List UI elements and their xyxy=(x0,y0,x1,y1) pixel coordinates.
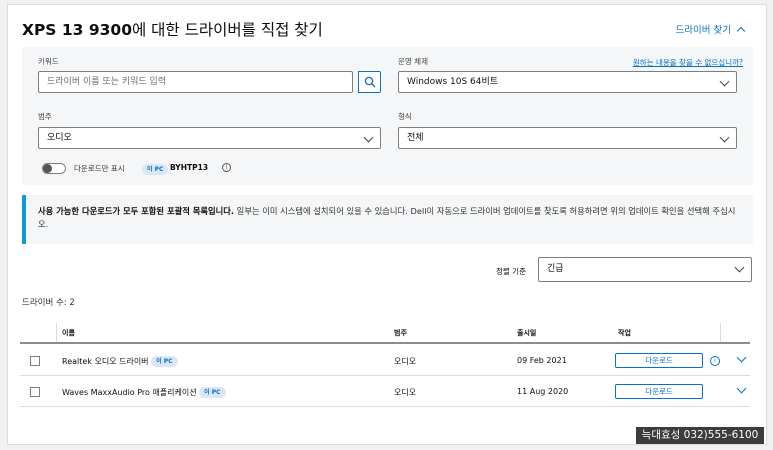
this-pc-badge: 이 PC xyxy=(151,356,178,367)
this-pc-badge: 이 PC xyxy=(142,164,169,175)
toggle-knob xyxy=(43,164,52,173)
driver-name-text: Waves MaxxAudio Pro 애플리케이션 xyxy=(62,388,197,397)
title-text: 에 대한 드라이버를 직접 찾기 xyxy=(131,21,323,39)
info-icon[interactable]: i xyxy=(222,163,231,172)
chevron-down-icon xyxy=(734,262,745,273)
os-select[interactable]: Windows 10S 64비트 xyxy=(398,71,737,93)
os-label: 운영 체제 xyxy=(398,57,428,66)
keyword-input[interactable]: 드라이버 이름 또는 키워드 입력 xyxy=(38,71,353,93)
driver-count: 드라이버 수: 2 xyxy=(22,298,75,308)
header-release-date[interactable]: 출시일 xyxy=(517,328,536,338)
sort-label: 정렬 기준 xyxy=(496,267,526,276)
driver-category: 오디오 xyxy=(394,388,417,397)
chevron-down-icon xyxy=(719,76,730,87)
row-checkbox[interactable] xyxy=(30,356,40,366)
search-button[interactable] xyxy=(358,71,381,93)
chevron-down-icon xyxy=(719,132,730,143)
os-select-value: Windows 10S 64비트 xyxy=(407,77,499,87)
header-action: 작업 xyxy=(618,329,631,337)
column-divider xyxy=(720,323,721,342)
chevron-down-icon xyxy=(363,132,374,143)
notice-bold-text: 사용 가능한 다운로드가 모두 포함된 포괄적 목록입니다. xyxy=(38,206,235,216)
driver-release-date: 11 Aug 2020 xyxy=(517,387,569,396)
category-select[interactable]: 오디오 xyxy=(38,127,381,149)
driver-name[interactable]: Waves MaxxAudio Pro 애플리케이션 이 PC xyxy=(62,387,226,398)
sort-select-value: 긴급 xyxy=(547,264,564,274)
help-link[interactable]: 원하는 내용을 찾을 수 없으십니까? xyxy=(633,57,743,68)
category-label: 범주 xyxy=(38,112,52,121)
table-row: Realtek 오디오 드라이버 이 PC 오디오 09 Feb 2021 다운… xyxy=(20,346,750,376)
info-icon[interactable]: i xyxy=(710,356,720,366)
service-tag: BYHTP13 xyxy=(170,163,209,172)
downloads-only-toggle[interactable] xyxy=(42,163,66,174)
filter-panel: 키워드 드라이버 이름 또는 키워드 입력 운영 체제 원하는 내용을 찾을 수… xyxy=(22,47,753,185)
format-label: 형식 xyxy=(398,112,412,121)
info-notice: 사용 가능한 다운로드가 모두 포함된 포괄적 목록입니다. 일부는 이미 시스… xyxy=(22,195,753,244)
column-divider xyxy=(56,323,57,342)
download-button[interactable]: 다운로드 xyxy=(615,353,703,368)
header-category[interactable]: 범주 xyxy=(394,328,407,338)
driver-name[interactable]: Realtek 오디오 드라이버 이 PC xyxy=(62,356,178,367)
chevron-down-icon[interactable] xyxy=(736,383,747,394)
sort-select[interactable]: 긴급 xyxy=(538,257,752,282)
format-select[interactable]: 전체 xyxy=(398,127,737,149)
driver-search-card: XPS 13 9300에 대한 드라이버를 직접 찾기 드라이버 찾기 키워드 … xyxy=(7,4,767,445)
chevron-up-icon xyxy=(736,26,746,36)
category-select-value: 오디오 xyxy=(47,133,72,143)
find-driver-label: 드라이버 찾기 xyxy=(675,25,731,36)
page-title: XPS 13 9300에 대한 드라이버를 직접 찾기 xyxy=(22,18,323,40)
keyword-label: 키워드 xyxy=(38,57,59,66)
contact-phone-tag: 늑대효성 032)555-6100 xyxy=(636,427,764,444)
table-header: 이름 범주 출시일 작업 xyxy=(20,319,750,344)
find-driver-collapse-link[interactable]: 드라이버 찾기 xyxy=(675,22,746,36)
toggle-label: 다운로드만 표시 xyxy=(74,164,125,173)
chevron-down-icon[interactable] xyxy=(736,352,747,363)
driver-release-date: 09 Feb 2021 xyxy=(517,356,567,365)
this-pc-badge: 이 PC xyxy=(199,387,226,398)
format-select-value: 전체 xyxy=(407,133,424,143)
driver-name-text: Realtek 오디오 드라이버 xyxy=(62,357,149,366)
table-row: Waves MaxxAudio Pro 애플리케이션 이 PC 오디오 11 A… xyxy=(20,377,750,407)
download-button[interactable]: 다운로드 xyxy=(615,384,703,399)
driver-category: 오디오 xyxy=(394,357,417,366)
model-name: XPS 13 9300 xyxy=(22,21,132,39)
row-checkbox[interactable] xyxy=(30,387,40,397)
search-icon xyxy=(364,76,376,88)
header-name[interactable]: 이름 xyxy=(62,328,75,338)
